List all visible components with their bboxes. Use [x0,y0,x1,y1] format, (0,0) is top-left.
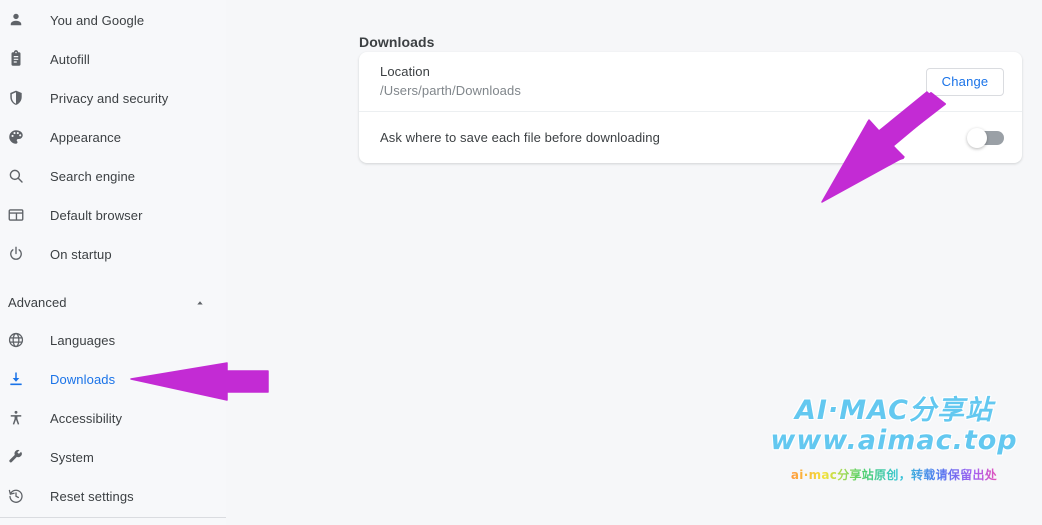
settings-sidebar: You and Google Autofill Privacy and secu… [0,0,226,525]
sidebar-item-label: You and Google [50,12,145,28]
search-icon [6,166,26,186]
sidebar-item-label: Appearance [50,129,122,145]
wrench-icon [6,447,26,467]
chrome-settings-window: You and Google Autofill Privacy and secu… [0,0,1042,525]
sidebar-item-downloads[interactable]: Downloads [0,362,226,396]
ask-where-to-save-label: Ask where to save each file before downl… [380,130,660,145]
sidebar-item-privacy-and-security[interactable]: Privacy and security [0,81,226,115]
clipboard-icon [6,49,26,69]
sidebar-item-system[interactable]: System [0,440,226,474]
location-path-value: /Users/parth/Downloads [380,83,521,98]
settings-main-content: Downloads Location /Users/parth/Download… [226,0,1042,525]
sidebar-item-label: On startup [50,246,112,262]
downloads-settings-card: Location /Users/parth/Downloads Change A… [359,52,1022,163]
sidebar-divider [0,517,226,518]
sidebar-item-you-and-google[interactable]: You and Google [0,3,226,37]
sidebar-item-reset-settings[interactable]: Reset settings [0,479,226,513]
toggle-knob [967,127,987,148]
sidebar-item-accessibility[interactable]: Accessibility [0,401,226,435]
ask-where-to-save-toggle[interactable] [967,127,1004,148]
download-location-row: Location /Users/parth/Downloads Change [359,52,1022,111]
palette-icon [6,127,26,147]
sidebar-item-label: System [50,449,94,465]
globe-icon [6,330,26,350]
shield-icon [6,88,26,108]
download-location-text: Location /Users/parth/Downloads [380,63,926,100]
sidebar-item-languages[interactable]: Languages [0,323,226,357]
person-icon [6,10,26,30]
sidebar-item-label: Accessibility [50,410,123,426]
page-title: Downloads [359,33,435,50]
sidebar-item-on-startup[interactable]: On startup [0,237,226,271]
ask-where-to-save-text: Ask where to save each file before downl… [380,130,970,145]
change-location-button[interactable]: Change [926,67,1004,96]
browser-window-icon [6,205,26,225]
power-icon [6,244,26,264]
sidebar-item-label: Privacy and security [50,90,169,106]
ask-where-to-save-row: Ask where to save each file before downl… [359,111,1022,163]
sidebar-item-search-engine[interactable]: Search engine [0,159,226,193]
sidebar-item-label: Reset settings [50,488,134,504]
download-icon [6,369,26,389]
sidebar-advanced-label: Advanced [8,294,67,310]
sidebar-item-label: Downloads [50,371,116,387]
sidebar-advanced-toggle[interactable]: Advanced [0,287,226,317]
sidebar-item-default-browser[interactable]: Default browser [0,198,226,232]
sidebar-item-label: Autofill [50,51,90,67]
accessibility-icon [6,408,26,428]
sidebar-item-autofill[interactable]: Autofill [0,42,226,76]
sidebar-item-appearance[interactable]: Appearance [0,120,226,154]
chevron-up-icon [194,296,206,308]
sidebar-item-label: Search engine [50,168,136,184]
sidebar-item-label: Default browser [50,207,143,223]
sidebar-item-label: Languages [50,332,116,348]
history-icon [6,486,26,506]
location-label: Location [380,64,430,79]
